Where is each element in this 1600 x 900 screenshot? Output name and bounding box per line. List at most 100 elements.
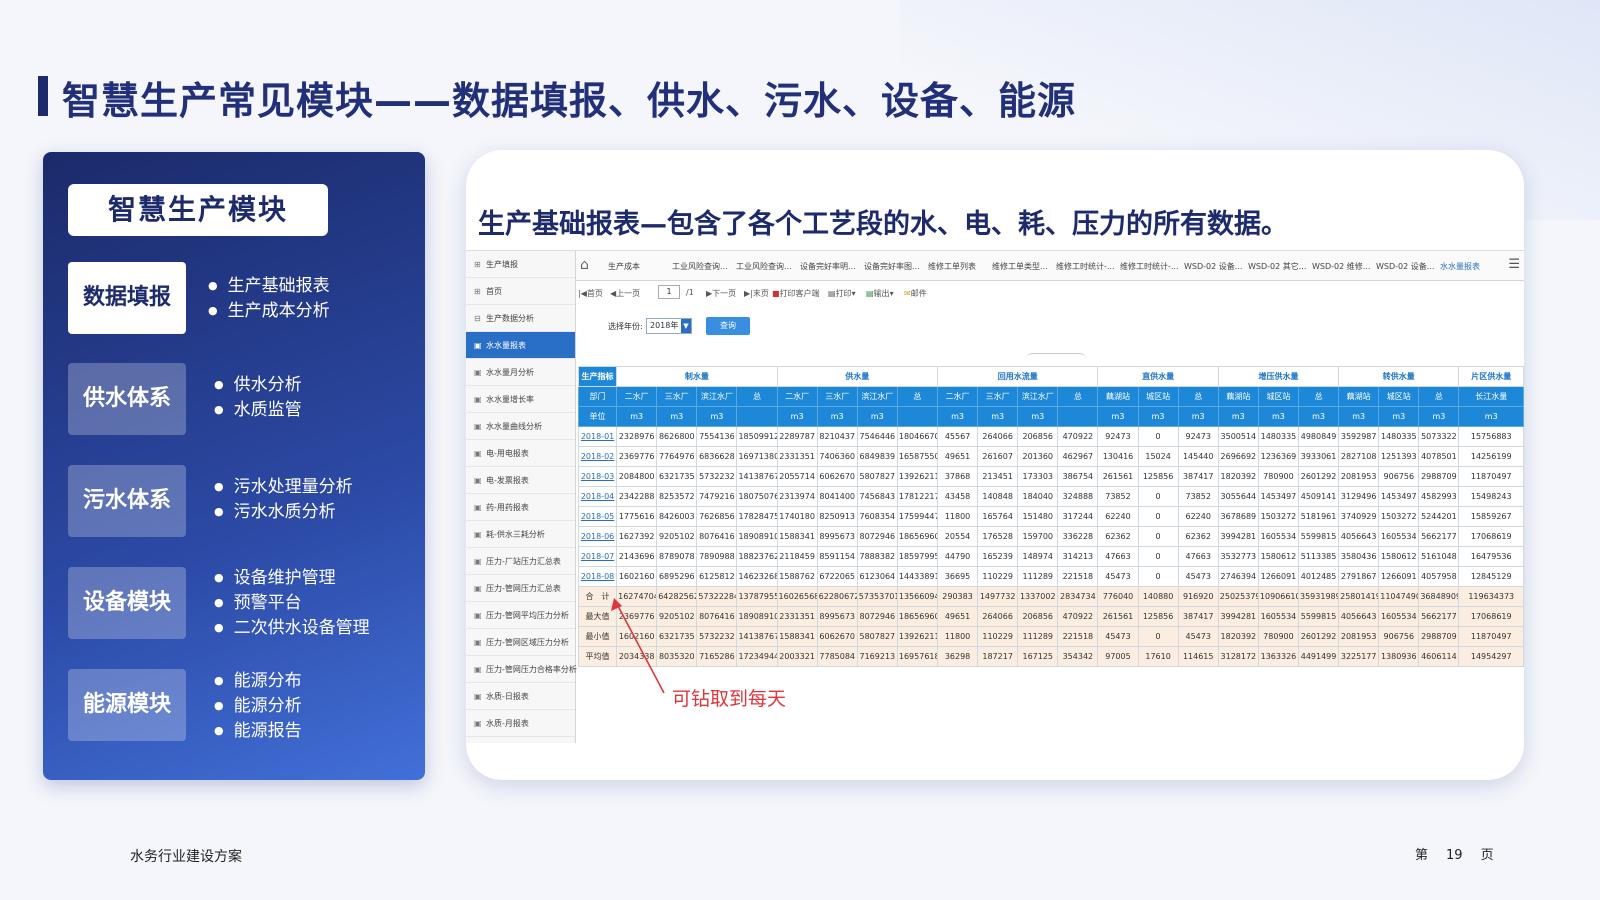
table-cell: 18656960 [896,526,938,547]
table-cell: 165764 [977,506,1019,527]
sidebar-item[interactable]: 电-发票报表 [466,467,575,494]
page-number-input[interactable]: 1 [658,285,680,299]
table-cell: 1480335 [1378,426,1420,447]
table-cell: 45473 [1177,566,1219,587]
sidebar-item[interactable]: 水水量月分析 [466,359,575,386]
sidebar-item[interactable]: 压力-管网区域压力分析 [466,629,575,656]
app-tab[interactable]: 工业风险查询... [736,261,798,272]
table-cell: 6125812 [696,566,738,587]
app-tab[interactable]: WSD-02 其它... [1248,261,1310,272]
home-icon[interactable]: ⌂ [580,257,589,273]
table-cell: 1627392 [616,526,658,547]
sidebar-item[interactable]: 耗-供水三耗分析 [466,521,575,548]
app-tab[interactable]: 生产成本 [608,261,670,272]
sidebar-item[interactable]: 药-用药报表 [466,494,575,521]
table-cell: 201360 [1017,446,1059,467]
app-tab[interactable]: WSD-02 设备... [1376,261,1438,272]
sidebar-item[interactable]: 生产数据分析 [466,305,575,332]
module-item: 能源报告 [214,719,302,744]
app-tab[interactable]: 维修工时统计-... [1056,261,1118,272]
app-tab[interactable]: 维修工单列表 [928,261,990,272]
last-page-button[interactable]: ▶|末页 [744,288,769,299]
table-cell: 125856 [1137,466,1179,487]
summary-cell: 916920 [1177,586,1219,607]
header-cell: m3 [936,406,979,427]
module-button[interactable]: 污水体系 [68,465,186,537]
sidebar-item[interactable]: 水质-日报表 [466,683,575,710]
sidebar-item[interactable]: 压力-管网压力汇总表 [466,575,575,602]
month-drilldown-link[interactable]: 2018-07 [581,552,614,561]
sidebar-item[interactable]: 压力-管网平均压力分析 [466,602,575,629]
sidebar-item[interactable]: 压力-管网压力合格率分析 [466,656,577,683]
table-cell: 7554136 [696,426,738,447]
sidebar-item[interactable]: 水水量曲线分析 [466,413,575,440]
header-cell: m3 [1257,406,1300,427]
table-cell: 14433891 [896,566,938,587]
query-button[interactable]: 查询 [706,317,750,335]
print-client-button[interactable]: ■打印客户端 [772,288,820,299]
module-button[interactable]: 设备模块 [68,567,186,639]
sidebar-item[interactable]: 首页 [466,278,575,305]
table-cell: 1480335 [1257,426,1300,447]
table-cell: 7608354 [856,506,898,527]
first-page-button[interactable]: |◀首页 [578,288,603,299]
menu-icon[interactable]: ☰ [1508,257,1520,272]
summary-cell: 13926211 [896,626,938,647]
sidebar-item[interactable]: 水水量增长率 [466,386,575,413]
table-cell: 7626856 [696,506,738,527]
month-drilldown-link[interactable]: 2018-06 [581,532,614,541]
collapse-handle[interactable] [1026,353,1086,359]
table-cell: 324888 [1057,486,1099,507]
month-drilldown-link[interactable]: 2018-02 [581,452,614,461]
table-cell: 43458 [936,486,979,507]
summary-cell: 62280672 [816,586,858,607]
sidebar-item[interactable]: 水水量报表 [466,332,575,359]
app-tab[interactable]: 工业风险查询... [672,261,734,272]
month-drilldown-link[interactable]: 2018-05 [581,512,614,521]
export-button[interactable]: ▤输出▾ [866,288,894,299]
next-page-button[interactable]: ▶下一页 [706,288,736,299]
app-tab[interactable]: 维修工时统计-... [1120,261,1182,272]
table-cell: 165239 [977,546,1019,567]
summary-cell: 9205102 [656,606,698,627]
table-cell: 18823762 [736,546,778,567]
summary-cell: 2331351 [776,606,818,627]
summary-cell: 2369776 [616,606,658,627]
month-drilldown-link[interactable]: 2018-04 [581,492,614,501]
sidebar-item[interactable]: 水质-月报表 [466,710,575,737]
month-drilldown-link[interactable]: 2018-03 [581,472,614,481]
prev-page-button[interactable]: ◀上一页 [610,288,640,299]
month-drilldown-link[interactable]: 2018-08 [581,572,614,581]
summary-row: 平均值 2034338 8035320 7165286 17234944 2003321 7… [577,646,1524,667]
app-tab[interactable]: 设备完好率图... [864,261,926,272]
print-button[interactable]: ▤打印▾ [828,288,856,299]
table-cell: 5161048 [1418,546,1460,567]
year-select[interactable]: 2018年 ▼ [646,318,692,334]
header-cell: 长江水量 [1458,386,1524,407]
module-button[interactable]: 数据填报 [68,262,186,334]
sidebar-item[interactable]: 压力-厂站压力汇总表 [466,548,575,575]
summary-cell: 290383 [936,586,979,607]
summary-cell: 4606114 [1418,646,1460,667]
app-tab[interactable]: WSD-02 设备... [1184,261,1246,272]
sidebar-item[interactable]: 生产填报 [466,251,575,278]
app-tab[interactable]: WSD-02 维修... [1312,261,1374,272]
sidebar-item[interactable]: 电-用电报表 [466,440,575,467]
module-button[interactable]: 供水体系 [68,363,186,435]
app-tab[interactable]: 维修工单类型... [992,261,1054,272]
table-cell: 3055644 [1217,486,1259,507]
table-cell: 1775616 [616,506,658,527]
month-drilldown-link[interactable]: 2018-01 [581,432,614,441]
app-tab[interactable]: 设备完好率明... [800,261,862,272]
table-cell: 3592987 [1338,426,1380,447]
report-app-screenshot: 生产填报首页生产数据分析水水量报表水水量月分析水水量增长率水水量曲线分析电-用电… [466,250,1524,750]
table-cell: 0 [1137,526,1179,547]
mail-button[interactable]: ✉邮件 [904,288,927,299]
table-row: 2018-01 2328976 8626800 7554136 18509912 2289… [577,426,1524,447]
table-cell: 2084800 [616,466,658,487]
module-button[interactable]: 能源模块 [68,669,186,741]
app-tab[interactable]: 水水量报表 [1440,261,1502,272]
summary-cell: 35931989 [1297,586,1340,607]
summary-row: 最小值 1602160 6321735 5732232 14138767 1588341 6… [577,626,1524,647]
summary-cell: 10906610 [1257,586,1300,607]
